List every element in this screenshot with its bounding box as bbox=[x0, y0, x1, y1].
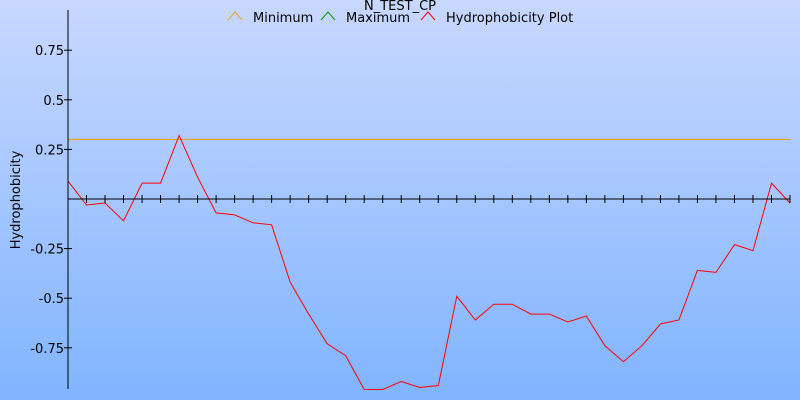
legend-label: Hydrophobicity Plot bbox=[446, 11, 573, 26]
chart-legend: Minimum Maximum Hydrophobicity Plot bbox=[227, 11, 573, 26]
y-tick-label: -0.75 bbox=[30, 342, 64, 357]
y-tick-label: 0.75 bbox=[35, 44, 64, 59]
y-axis-label: Hydrophobicity bbox=[9, 150, 24, 249]
legend-label: Minimum bbox=[253, 11, 313, 26]
y-tick-label: 0.5 bbox=[43, 94, 64, 109]
y-tick-label: -0.25 bbox=[30, 243, 64, 258]
hydrophobicity-chart: N_TEST_CP Minimum Maximum Hydrophobicity P… bbox=[0, 0, 800, 400]
y-tick-label: -0.5 bbox=[39, 292, 64, 307]
legend-label: Maximum bbox=[346, 11, 410, 26]
chart-background bbox=[0, 0, 800, 400]
y-tick-label: 0.25 bbox=[35, 143, 64, 158]
